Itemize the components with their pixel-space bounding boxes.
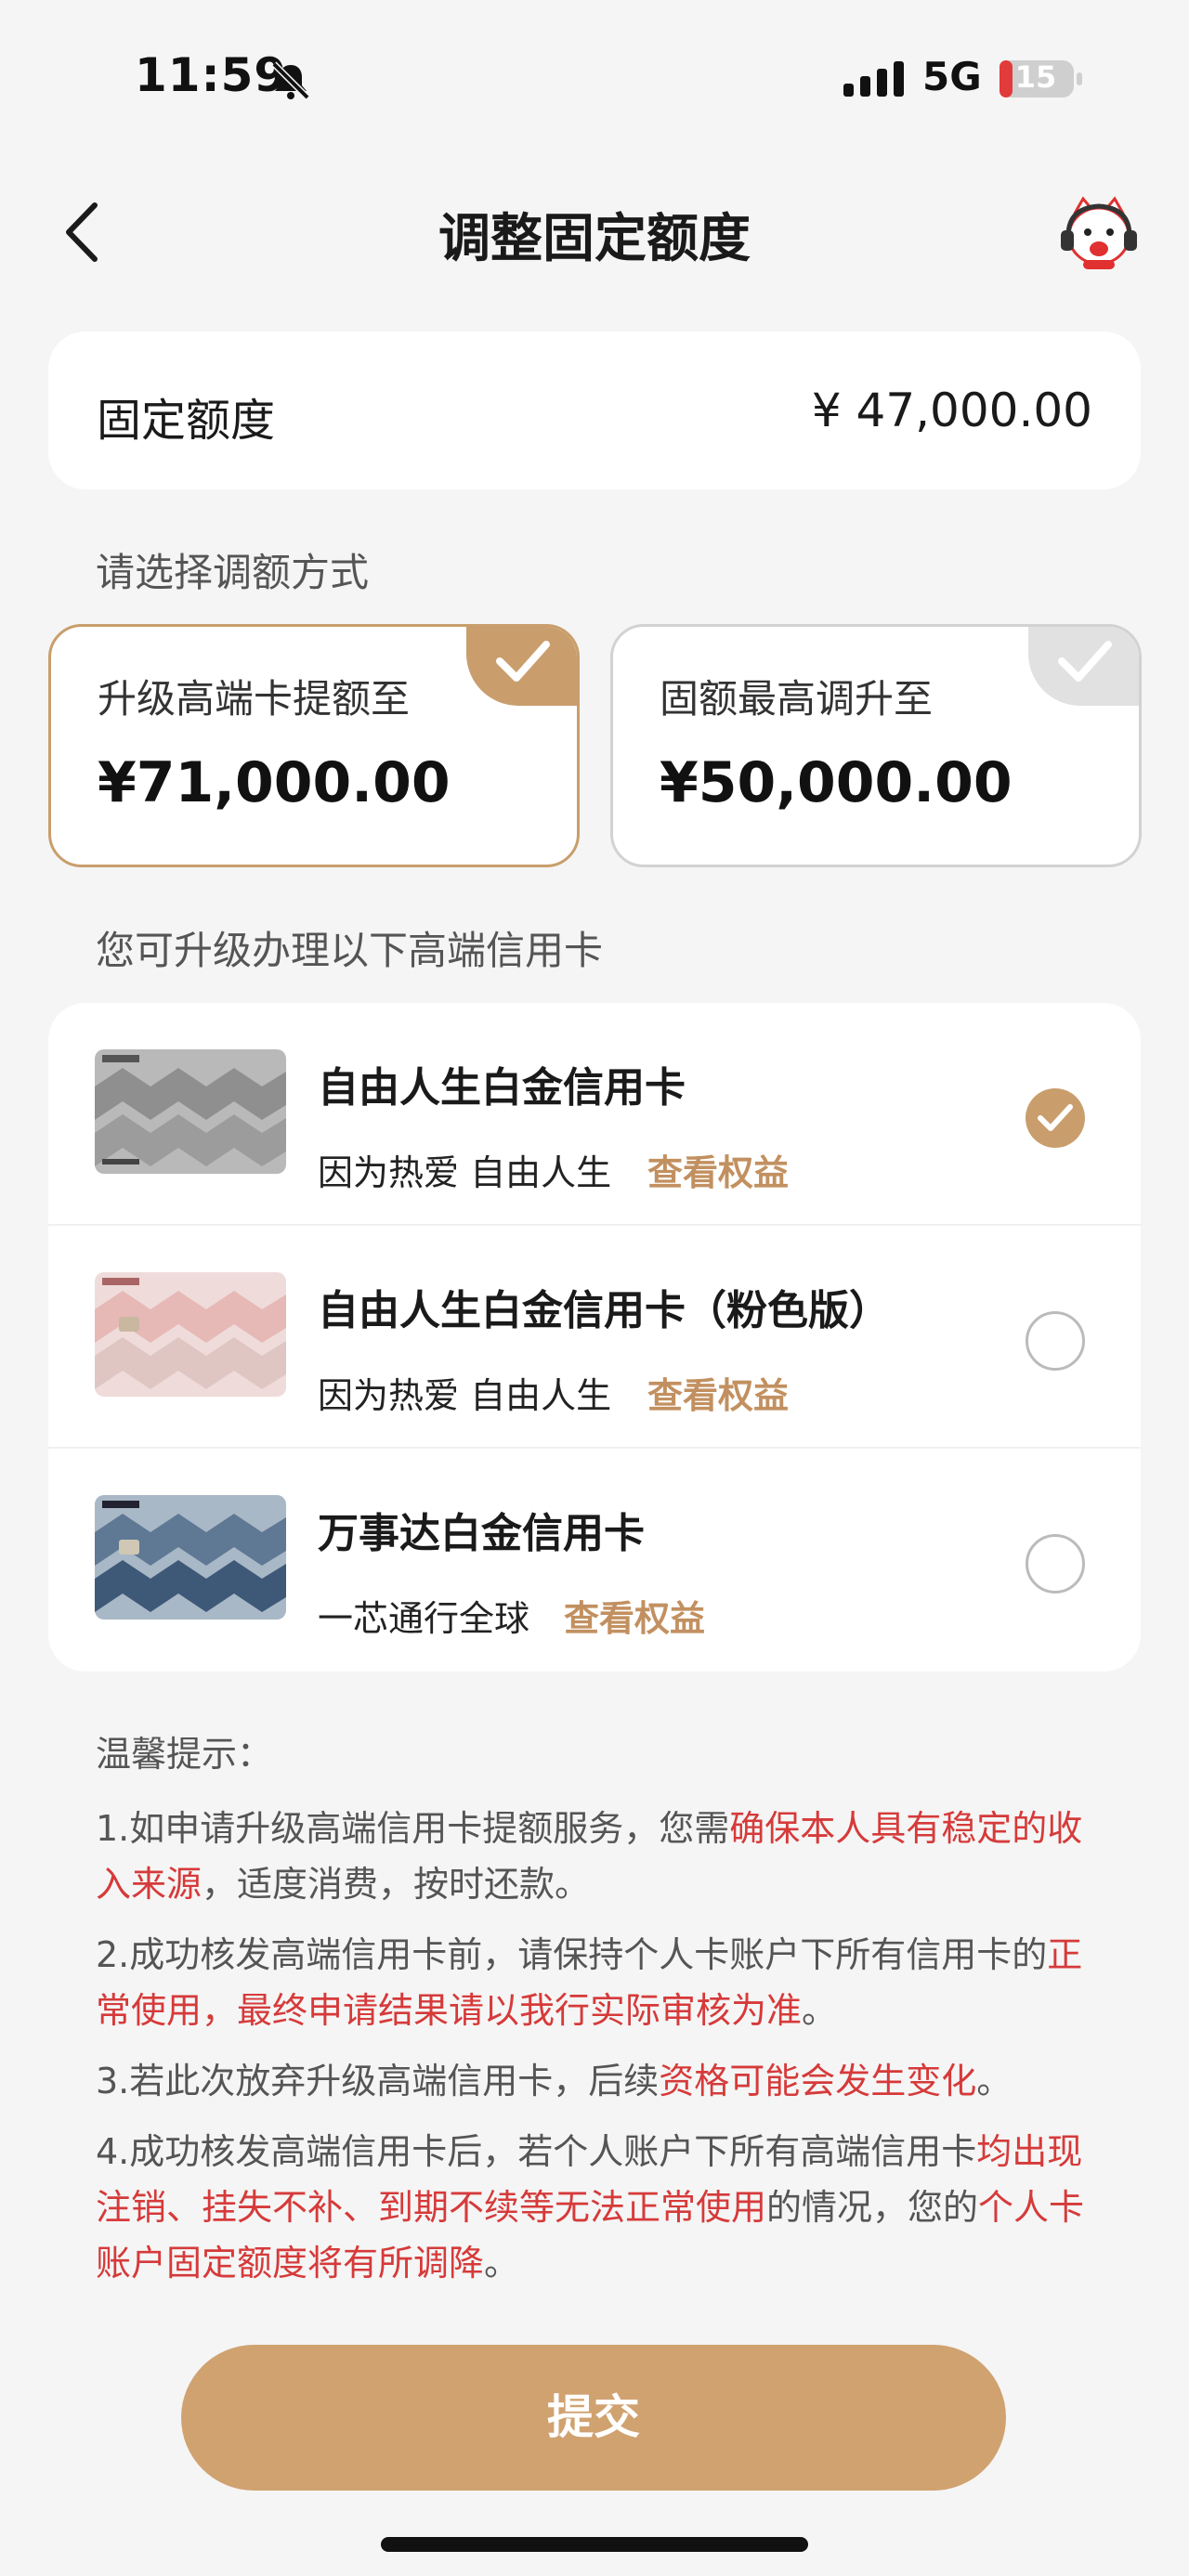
card-radio-unselected[interactable] xyxy=(1026,1311,1085,1371)
option-label: 固额最高调升至 xyxy=(660,676,934,722)
tip-text: 。 xyxy=(976,2061,1013,2101)
option-upgrade-card[interactable]: 升级高端卡提额至 ¥71,000.00 xyxy=(48,624,580,867)
card-name: 万事达白金信用卡 xyxy=(318,1510,645,1557)
customer-service-icon[interactable] xyxy=(1057,195,1141,273)
network-type: 5G xyxy=(922,54,982,99)
list-item[interactable]: 自由人生白金信用卡（粉色版） 因为热爱 自由人生 查看权益 xyxy=(48,1226,1141,1449)
tip-text: 1.如申请升级高端信用卡提额服务，您需 xyxy=(96,1808,730,1849)
tip-item: 1.如申请升级高端信用卡提额服务，您需确保本人具有稳定的收入来源，适度消费，按时… xyxy=(96,1801,1099,1912)
card-slogan: 因为热爱 自由人生 xyxy=(318,1375,612,1416)
view-benefits-link[interactable]: 查看权益 xyxy=(647,1144,789,1195)
list-item[interactable]: 自由人生白金信用卡 因为热爱 自由人生 查看权益 xyxy=(48,1003,1141,1226)
tip-text: 。 xyxy=(484,2243,520,2283)
tip-text: 。 xyxy=(802,1990,838,2031)
option-amount: ¥50,000.00 xyxy=(660,750,1013,815)
submit-button[interactable]: 提交 xyxy=(181,2345,1006,2491)
check-icon xyxy=(496,641,550,682)
tip-text: 的情况，您的 xyxy=(766,2187,979,2228)
option-amount: ¥71,000.00 xyxy=(98,750,451,815)
card-slogan: 一芯通行全球 xyxy=(318,1598,530,1639)
battery-level: 15 xyxy=(1014,59,1057,95)
card-radio-selected[interactable] xyxy=(1026,1088,1085,1148)
credit-card-image-silver xyxy=(95,1049,286,1174)
tips-title: 温馨提示： xyxy=(96,1734,273,1775)
fixed-limit-card: 固定额度 ¥ 47,000.00 xyxy=(48,332,1141,489)
tip-text: ，适度消费，按时还款。 xyxy=(202,1864,591,1905)
signal-icon xyxy=(843,61,904,97)
view-benefits-link[interactable]: 查看权益 xyxy=(564,1590,705,1641)
option-label: 升级高端卡提额至 xyxy=(98,676,411,722)
tip-text: 4.成功核发高端信用卡后，若个人账户下所有高端信用卡 xyxy=(96,2131,977,2172)
tip-item: 3.若此次放弃升级高端信用卡，后续资格可能会发生变化。 xyxy=(96,2053,1099,2109)
tip-text: 2.成功核发高端信用卡前，请保持个人卡账户下所有信用卡的 xyxy=(96,1934,1048,1975)
adjust-method-label: 请选择调额方式 xyxy=(96,550,370,595)
bell-off-icon xyxy=(271,61,310,100)
list-item[interactable]: 万事达白金信用卡 一芯通行全球 查看权益 xyxy=(48,1449,1141,1672)
tips-section: 温馨提示： 1.如申请升级高端信用卡提额服务，您需确保本人具有稳定的收入来源，适… xyxy=(96,1725,1099,2306)
tip-item: 4.成功核发高端信用卡后，若个人账户下所有高端信用卡均出现注销、挂失不补、到期不… xyxy=(96,2124,1099,2291)
card-slogan: 因为热爱 自由人生 xyxy=(318,1152,612,1193)
home-indicator[interactable] xyxy=(381,2537,808,2552)
check-icon xyxy=(1058,641,1112,682)
fixed-limit-label: 固定额度 xyxy=(97,395,276,447)
credit-card-image-pink xyxy=(95,1272,286,1397)
selected-check-badge xyxy=(466,627,577,706)
credit-card-list: 自由人生白金信用卡 因为热爱 自由人生 查看权益 自由人生白金信用卡（粉色版） … xyxy=(48,1003,1141,1672)
cards-section-label: 您可升级办理以下高端信用卡 xyxy=(96,928,604,973)
status-bar: 11:59 5G 15 xyxy=(0,0,1189,158)
card-name: 自由人生白金信用卡（粉色版） xyxy=(318,1287,890,1334)
status-time: 11:59 xyxy=(135,48,288,102)
card-radio-unselected[interactable] xyxy=(1026,1534,1085,1594)
view-benefits-link[interactable]: 查看权益 xyxy=(647,1367,789,1418)
fixed-limit-value: ¥ 47,000.00 xyxy=(811,384,1092,437)
credit-card-image-blue xyxy=(95,1495,286,1620)
page-title: 调整固定额度 xyxy=(438,209,751,269)
check-icon xyxy=(1038,1104,1073,1131)
option-fixed-raise[interactable]: 固额最高调升至 ¥50,000.00 xyxy=(610,624,1142,867)
tip-item: 2.成功核发高端信用卡前，请保持个人卡账户下所有信用卡的正常使用，最终申请结果请… xyxy=(96,1927,1099,2038)
tip-text: 3.若此次放弃升级高端信用卡，后续 xyxy=(96,2061,660,2101)
unselected-check-badge xyxy=(1028,627,1139,706)
card-name: 自由人生白金信用卡 xyxy=(318,1064,686,1112)
tip-highlight: 资格可能会发生变化 xyxy=(659,2061,977,2101)
